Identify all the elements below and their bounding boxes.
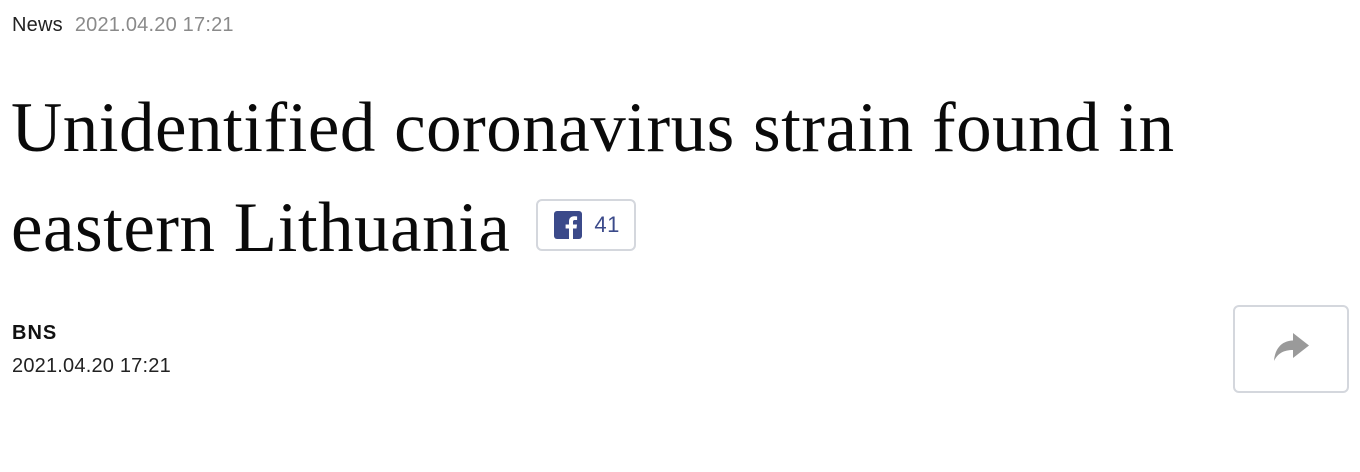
facebook-share-count: 41 — [594, 212, 620, 237]
article-published-date: 2021.04.20 17:21 — [12, 355, 171, 377]
category-link[interactable]: News — [12, 14, 63, 37]
article-author: BNS — [12, 322, 58, 344]
article-headline: Unidentified coronavirus strain found in… — [11, 78, 1311, 278]
article-timestamp: 2021.04.20 17:21 — [74, 14, 234, 36]
facebook-share-count-button[interactable]: 41 — [536, 199, 636, 251]
facebook-icon — [554, 211, 583, 239]
article-meta: News 2021.04.20 17:21 — [12, 14, 234, 37]
share-arrow-icon — [1271, 327, 1311, 372]
share-button[interactable] — [1233, 305, 1349, 393]
